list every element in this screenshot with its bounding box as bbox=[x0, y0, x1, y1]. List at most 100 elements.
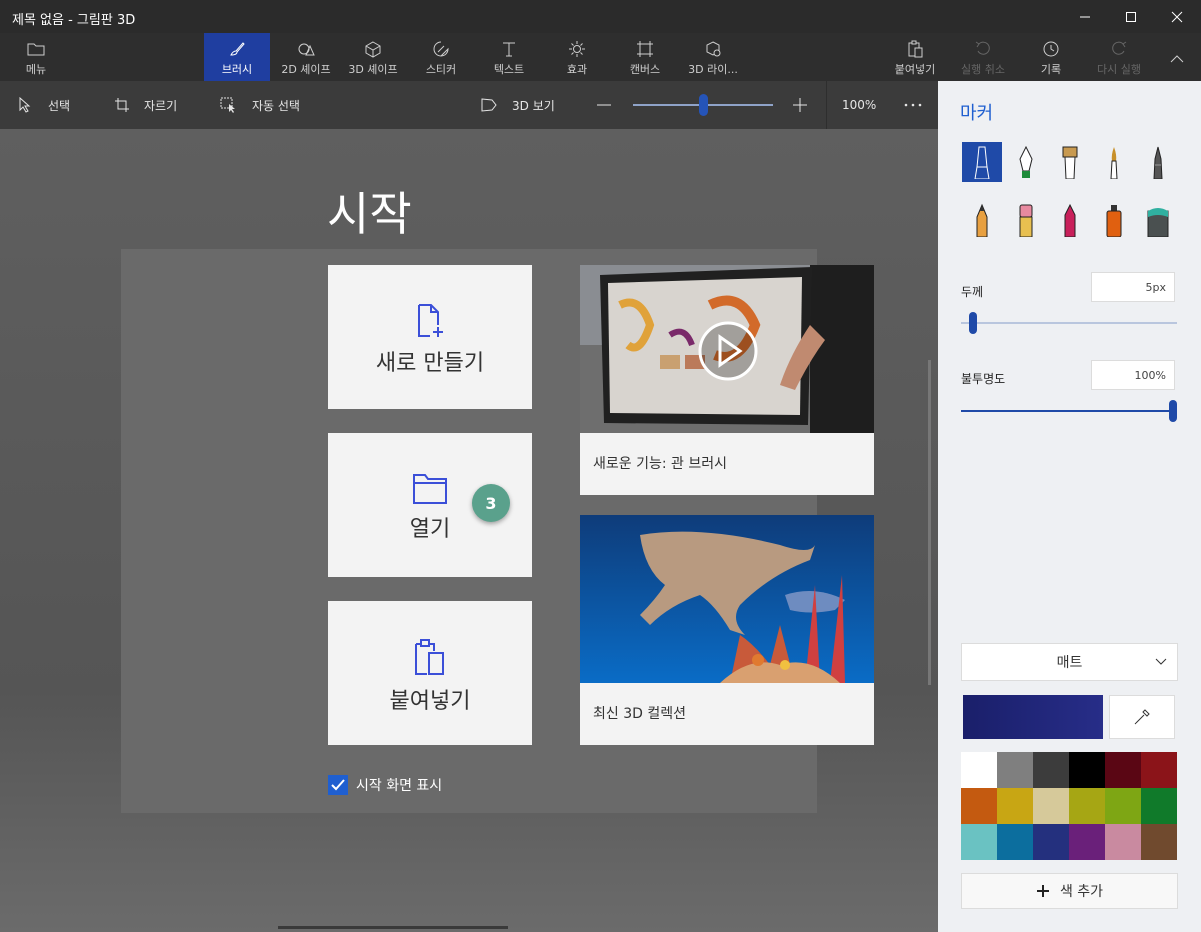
tab-effects[interactable]: 효과 bbox=[548, 33, 606, 81]
watercolor-brush[interactable] bbox=[1094, 142, 1134, 182]
close-button[interactable] bbox=[1154, 0, 1200, 33]
menu-button[interactable]: 메뉴 bbox=[14, 33, 58, 81]
spray-can-brush[interactable] bbox=[1094, 200, 1134, 240]
collection-thumbnail bbox=[580, 515, 874, 683]
palette-swatch[interactable] bbox=[1033, 824, 1069, 860]
3d-view-icon bbox=[481, 98, 497, 112]
collection-label: 최신 3D 컬렉션 bbox=[593, 706, 686, 722]
palette-swatch[interactable] bbox=[1069, 752, 1105, 788]
opacity-input[interactable]: 100% bbox=[1091, 360, 1175, 390]
start-title: 시작 bbox=[327, 187, 412, 241]
minimize-button[interactable] bbox=[1062, 0, 1108, 33]
tab-label: 스티커 bbox=[425, 63, 457, 76]
tab-brushes[interactable]: 브러시 bbox=[204, 33, 270, 81]
palette-swatch[interactable] bbox=[961, 752, 997, 788]
tab-2d-shapes[interactable]: 2D 셰이프 bbox=[272, 33, 340, 81]
tab-stickers[interactable]: 스티커 bbox=[410, 33, 472, 81]
show-start-checkbox[interactable]: 시작 화면 표시 bbox=[328, 775, 442, 795]
palette-swatch[interactable] bbox=[997, 752, 1033, 788]
pencil-icon bbox=[976, 203, 988, 237]
undo-icon bbox=[975, 41, 990, 55]
chevron-down-icon bbox=[1155, 658, 1167, 665]
zoom-in-button[interactable] bbox=[792, 81, 808, 129]
palette-swatch[interactable] bbox=[1069, 788, 1105, 824]
tab-text[interactable]: 텍스트 bbox=[478, 33, 540, 81]
crayon-brush[interactable] bbox=[1050, 200, 1090, 240]
thickness-input[interactable]: 5px bbox=[1091, 272, 1175, 302]
thickness-slider-thumb[interactable] bbox=[969, 312, 977, 334]
ellipsis-icon bbox=[904, 103, 922, 107]
collapse-ribbon-button[interactable] bbox=[1160, 33, 1194, 81]
crop-tool[interactable]: 자르기 bbox=[114, 81, 177, 129]
paste-button[interactable]: 붙여넣기 bbox=[886, 33, 944, 81]
checkmark-icon bbox=[331, 779, 345, 791]
show-start-label: 시작 화면 표시 bbox=[356, 778, 443, 794]
ribbon: 메뉴 브러시 2D 셰이프 3D 셰이프 스티커 텍스트 효과 캔버스 3D 라… bbox=[0, 33, 1201, 81]
folder-icon bbox=[27, 43, 45, 56]
zoom-out-button[interactable] bbox=[596, 81, 612, 129]
magic-select-tool[interactable]: 자동 선택 bbox=[220, 81, 300, 129]
3d-library-icon bbox=[706, 41, 721, 57]
add-color-button[interactable]: 색 추가 bbox=[961, 873, 1178, 909]
opacity-slider-track[interactable] bbox=[961, 410, 1177, 412]
plus-icon bbox=[793, 98, 807, 112]
palette-swatch[interactable] bbox=[961, 824, 997, 860]
calligraphy-pen-brush[interactable] bbox=[1006, 142, 1046, 182]
current-color-swatch[interactable] bbox=[963, 695, 1103, 739]
redo-label: 다시 실행 bbox=[1097, 63, 1141, 76]
oil-brush[interactable] bbox=[1050, 142, 1090, 182]
palette-swatch[interactable] bbox=[1105, 824, 1141, 860]
finish-dropdown[interactable]: 매트 bbox=[961, 643, 1178, 681]
eyedropper-button[interactable] bbox=[1109, 695, 1175, 739]
redo-button[interactable]: 다시 실행 bbox=[1090, 33, 1148, 81]
pencil-brush[interactable] bbox=[962, 200, 1002, 240]
palette-swatch[interactable] bbox=[1105, 752, 1141, 788]
collection-card[interactable]: 최신 3D 컬렉션 bbox=[580, 515, 874, 745]
add-color-label: 색 추가 bbox=[1059, 884, 1104, 900]
palette-swatch[interactable] bbox=[997, 824, 1033, 860]
history-button[interactable]: 기록 bbox=[1024, 33, 1078, 81]
eraser-icon bbox=[1019, 204, 1033, 237]
paste-start-button[interactable]: 붙여넣기 bbox=[328, 601, 532, 745]
thickness-slider-track[interactable] bbox=[961, 322, 1177, 324]
tab-label: 2D 셰이프 bbox=[281, 63, 331, 76]
palette-swatch[interactable] bbox=[1105, 788, 1141, 824]
video-card[interactable]: 새로운 기능: 관 브러시 bbox=[580, 265, 874, 495]
zoom-slider-thumb[interactable] bbox=[699, 94, 708, 116]
maximize-button[interactable] bbox=[1108, 0, 1154, 33]
new-label: 새로 만들기 bbox=[375, 351, 485, 376]
minus-icon bbox=[597, 104, 611, 106]
paste-icon bbox=[415, 639, 444, 675]
palette-swatch[interactable] bbox=[1033, 788, 1069, 824]
new-button[interactable]: 새로 만들기 bbox=[328, 265, 532, 409]
more-options-button[interactable] bbox=[904, 81, 922, 129]
calligraphy-pen-icon bbox=[1019, 145, 1033, 178]
palette-swatch[interactable] bbox=[1141, 752, 1177, 788]
palette-swatch[interactable] bbox=[1141, 824, 1177, 860]
palette-swatch[interactable] bbox=[1069, 824, 1105, 860]
video-thumbnail bbox=[580, 265, 874, 433]
pixel-pen-brush[interactable] bbox=[1138, 142, 1178, 182]
tab-label: 브러시 bbox=[221, 63, 253, 76]
tab-3d-shapes[interactable]: 3D 셰이프 bbox=[340, 33, 406, 81]
eraser-brush[interactable] bbox=[1006, 200, 1046, 240]
tab-canvas[interactable]: 캔버스 bbox=[614, 33, 676, 81]
palette-swatch[interactable] bbox=[961, 788, 997, 824]
effects-icon bbox=[569, 41, 585, 57]
fill-bucket-brush[interactable] bbox=[1138, 200, 1178, 240]
undo-button[interactable]: 실행 취소 bbox=[954, 33, 1012, 81]
checkbox-box[interactable] bbox=[328, 775, 348, 795]
marker-brush[interactable] bbox=[962, 142, 1002, 182]
vertical-scrollbar[interactable] bbox=[928, 360, 931, 685]
opacity-slider-thumb[interactable] bbox=[1169, 400, 1177, 422]
view-3d-toggle[interactable]: 3D 보기 bbox=[480, 81, 555, 129]
close-icon bbox=[1171, 11, 1183, 22]
horizontal-scrollbar[interactable] bbox=[278, 926, 508, 929]
select-tool[interactable]: 선택 bbox=[18, 81, 70, 129]
palette-swatch[interactable] bbox=[997, 788, 1033, 824]
palette-swatch[interactable] bbox=[1141, 788, 1177, 824]
collection-preview-image bbox=[580, 515, 874, 683]
tab-3d-library[interactable]: 3D 라이... bbox=[682, 33, 744, 81]
palette-swatch[interactable] bbox=[1033, 752, 1069, 788]
divider bbox=[826, 81, 827, 129]
